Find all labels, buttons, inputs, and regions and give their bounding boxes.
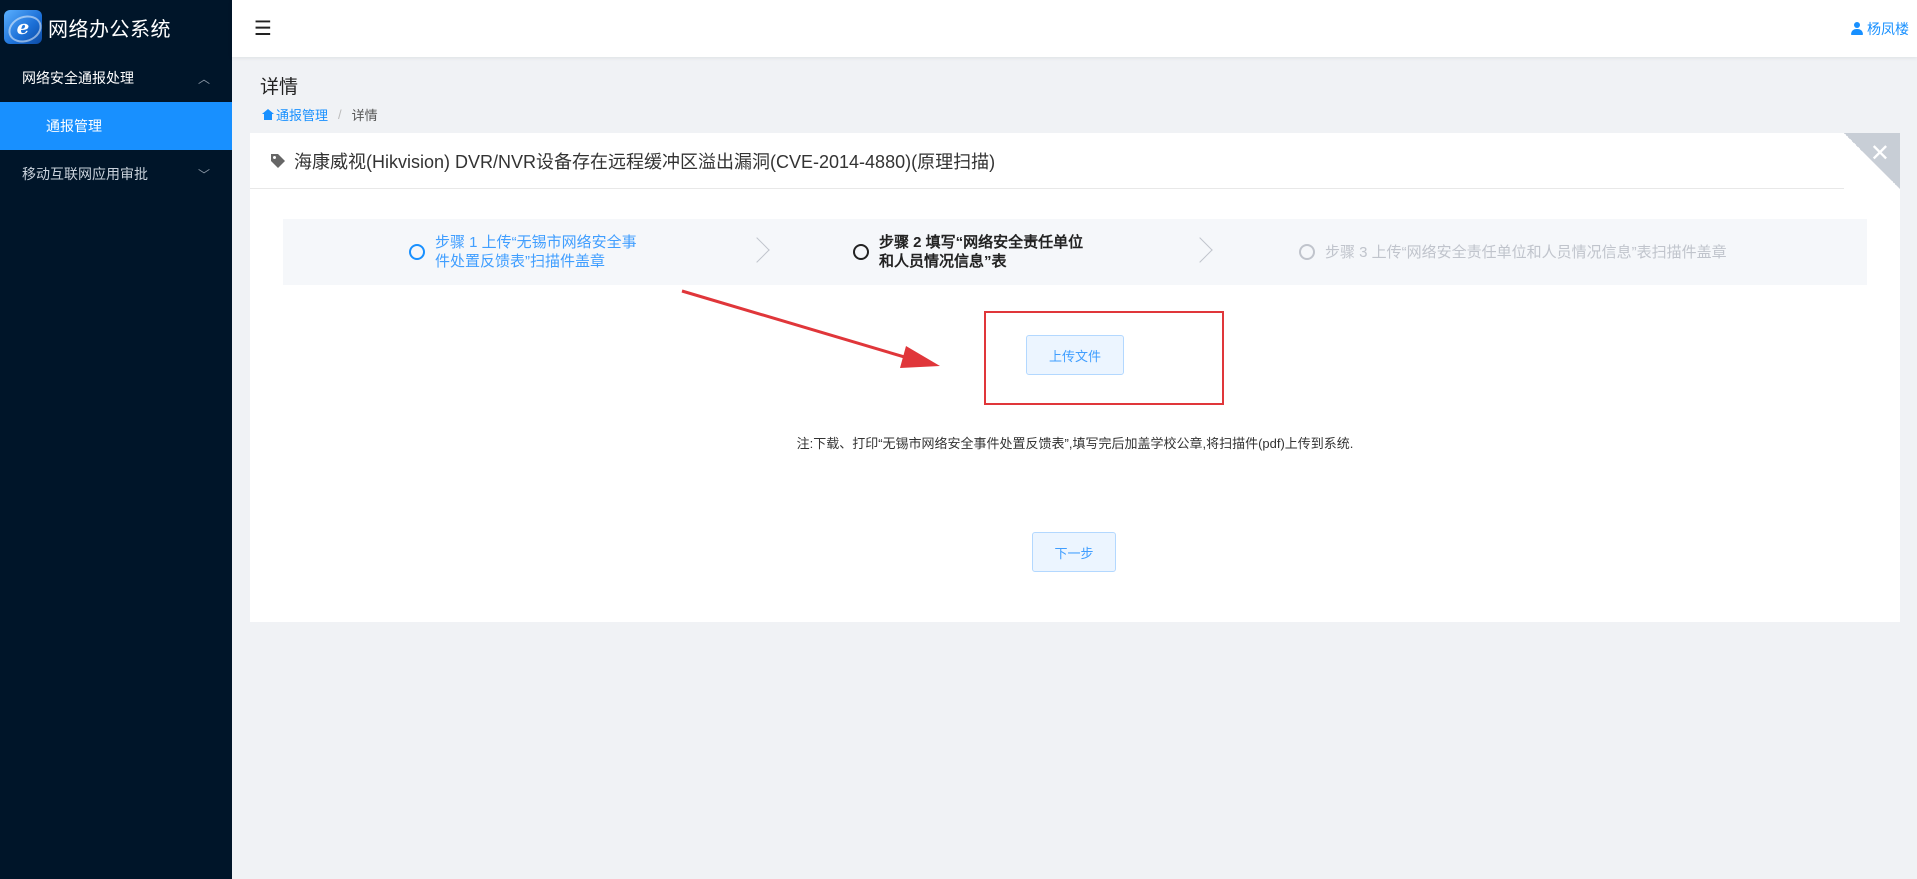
user-icon: [1851, 22, 1863, 35]
top-header: ☰ 杨凤楼: [232, 0, 1917, 57]
sidebar-item-mobile-app-approval[interactable]: 移动互联网应用审批 ﹀: [0, 150, 232, 198]
sidebar-item-security-report[interactable]: 网络安全通报处理 ︿: [0, 54, 232, 102]
upload-note: 注:下载、打印“无锡市网络安全事件处置反馈表”,填写完后加盖学校公章,将扫描件(…: [796, 436, 1354, 451]
step-circle-icon: [1299, 244, 1315, 260]
step-label: 步骤 2 填写“网络安全责任单位和人员情况信息”表: [879, 234, 1084, 270]
page-title: 详情: [260, 77, 299, 98]
step-label: 步骤 3 上传“网络安全责任单位和人员情况信息”表扫描件盖章: [1325, 243, 1727, 261]
app-logo: e 网络办公系统: [0, 0, 232, 54]
detail-card: 海康威视(Hikvision) DVR/NVR设备存在远程缓冲区溢出漏洞(CVE…: [250, 133, 1900, 622]
step-3[interactable]: 步骤 3 上传“网络安全责任单位和人员情况信息”表扫描件盖章: [1299, 219, 1745, 285]
step-2[interactable]: 步骤 2 填写“网络安全责任单位和人员情况信息”表: [853, 219, 1089, 285]
breadcrumb-home-link[interactable]: 通报管理: [262, 105, 328, 124]
menu-fold-icon[interactable]: ☰: [254, 16, 272, 41]
card-title: 海康威视(Hikvision) DVR/NVR设备存在远程缓冲区溢出漏洞(CVE…: [294, 151, 996, 172]
card-header: 海康威视(Hikvision) DVR/NVR设备存在远程缓冲区溢出漏洞(CVE…: [250, 133, 1900, 189]
user-menu[interactable]: 杨凤楼: [1851, 19, 1909, 39]
chevron-right-icon: [1187, 237, 1213, 263]
sidebar-subitem-label: 通报管理: [46, 118, 102, 134]
step-1[interactable]: 步骤 1 上传“无锡市网络安全事件处置反馈表”扫描件盖章: [409, 219, 645, 285]
breadcrumb-home-label: 通报管理: [276, 108, 329, 123]
breadcrumb-separator: /: [338, 107, 342, 122]
home-icon: [262, 109, 274, 120]
close-icon: ✕: [1869, 140, 1890, 167]
next-step-button[interactable]: 下一步: [1032, 532, 1116, 572]
step-circle-icon: [853, 244, 869, 260]
app-title: 网络办公系统: [48, 18, 171, 41]
sidebar-item-label: 移动互联网应用审批: [22, 166, 148, 182]
steps-bar: 步骤 1 上传“无锡市网络安全事件处置反馈表”扫描件盖章 步骤 2 填写“网络安…: [283, 219, 1867, 285]
chevron-down-icon: ﹀: [197, 167, 210, 182]
sidebar: e 网络办公系统 网络安全通报处理 ︿ 通报管理 移动互联网应用审批 ﹀: [0, 0, 232, 879]
user-name: 杨凤楼: [1867, 20, 1909, 37]
sidebar-item-label: 网络安全通报处理: [22, 70, 134, 86]
step-circle-icon: [409, 244, 425, 260]
chevron-up-icon: ︿: [197, 71, 210, 86]
tag-icon: [270, 153, 286, 169]
breadcrumb: 通报管理 / 详情: [262, 105, 378, 124]
logo-icon: e: [4, 10, 42, 44]
sidebar-subitem-report-management[interactable]: 通报管理: [0, 102, 232, 150]
upload-file-button[interactable]: 上传文件: [1026, 335, 1124, 375]
breadcrumb-current: 详情: [351, 108, 378, 123]
chevron-right-icon: [744, 237, 770, 263]
close-button[interactable]: ✕: [1844, 133, 1900, 189]
step-label: 步骤 1 上传“无锡市网络安全事件处置反馈表”扫描件盖章: [435, 234, 637, 270]
